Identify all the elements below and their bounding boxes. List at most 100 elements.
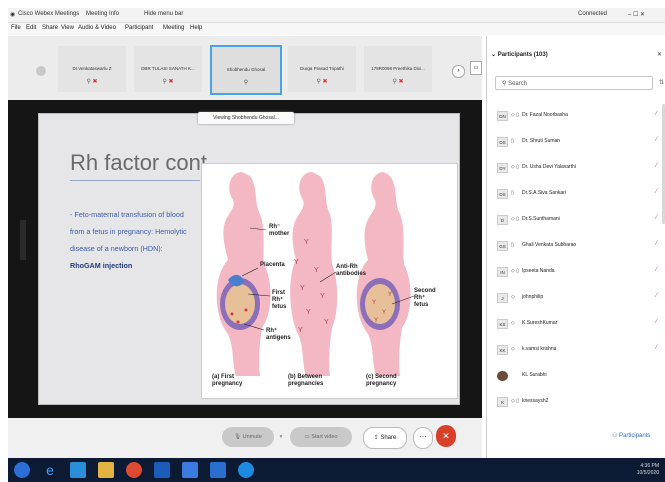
- menu-help[interactable]: Help: [190, 25, 202, 31]
- thumbnail-tile[interactable]: DBR TULASI SANATH K... ⚲ ✖: [134, 46, 202, 92]
- participant-row[interactable]: J ◇ johnphilip ⁄: [497, 291, 657, 305]
- thumbnail-name: Durga Prasad Tripathi: [300, 66, 344, 71]
- participant-row[interactable]: K ◇ ▯ knessaysh2: [497, 395, 657, 409]
- participant-name: KL Surabhi: [522, 372, 547, 378]
- strip-scroll-left-button[interactable]: [36, 66, 46, 76]
- participant-row[interactable]: KL Surabhi: [497, 369, 657, 383]
- svg-text:Y: Y: [320, 293, 325, 300]
- share-button[interactable]: ⇪ Share: [363, 427, 407, 449]
- participants-panel-title[interactable]: ⌄ Participants (103): [491, 51, 548, 58]
- participant-row[interactable]: D ◇ ▯ Dr.S.Sunthamani ⁄: [497, 213, 657, 227]
- internet-explorer-icon[interactable]: e: [42, 462, 58, 478]
- video-off-icon: ◇ ▯: [511, 216, 519, 222]
- participant-row[interactable]: KS ◇ K.SureshKumar ⁄: [497, 317, 657, 331]
- muted-icon: ⁄: [655, 293, 657, 299]
- window-controls[interactable]: – ☐ ✕: [628, 11, 645, 18]
- sort-icon[interactable]: ⇅: [659, 79, 664, 86]
- unmute-button[interactable]: 🎙 Unmute: [222, 427, 274, 447]
- layout-toggle-icon[interactable]: ▭: [470, 61, 482, 75]
- avatar: K: [497, 397, 508, 407]
- thumbnail-name: Shobhendu Ghosal: [226, 67, 266, 72]
- thumbnail-tile[interactable]: 178R0098 Preethika Dixi... ⚲ ✖: [364, 46, 432, 92]
- menu-edit[interactable]: Edit: [26, 25, 36, 31]
- label-second-fetus: Second Rh⁺ fetus: [414, 288, 436, 308]
- title-underline: [70, 180, 200, 181]
- word-icon[interactable]: [154, 462, 170, 478]
- avatar: D: [497, 215, 508, 225]
- participant-row[interactable]: DY ◇ ▯ Dr. Usha Devi Yalavarthi ⁄: [497, 161, 657, 175]
- video-thumbnail-strip: Dr.Venkataswarlu Z ⚲ ✖ DBR TULASI SANATH…: [8, 36, 482, 100]
- participant-name: Dr.S.A.Siva Sankari: [522, 190, 566, 196]
- participant-row[interactable]: DS ▯ Dr. Shruti Suman ⁄: [497, 135, 657, 149]
- svg-text:Y: Y: [300, 285, 305, 292]
- menu-file[interactable]: File: [11, 25, 21, 31]
- strip-scroll-right-button[interactable]: ›: [452, 65, 465, 78]
- avatar-photo: [497, 371, 508, 381]
- thumbnail-status-icons: ⚲ ✖: [162, 79, 174, 85]
- meeting-info-link[interactable]: Meeting Info: [86, 11, 119, 17]
- start-video-button[interactable]: ▭ Start video: [290, 427, 352, 447]
- participants-toggle-button[interactable]: ⚇ Participants: [612, 432, 650, 439]
- system-tray[interactable]: 4:36 PM 10/5/2020: [637, 463, 659, 477]
- end-meeting-button[interactable]: ✕: [436, 425, 456, 447]
- caption-first-pregnancy: (a) First pregnancy: [212, 374, 243, 387]
- thumbnail-tile-selected[interactable]: Shobhendu Ghosal ⚲: [210, 45, 282, 95]
- menu-audio-video[interactable]: Audio & Video: [78, 25, 116, 31]
- thumbnail-name: 178R0098 Preethika Dixi...: [371, 66, 425, 71]
- start-video-label: Start video: [311, 434, 338, 440]
- svg-text:Y: Y: [298, 327, 303, 334]
- muted-icon: ⁄: [655, 345, 657, 351]
- muted-icon: ⁄: [655, 241, 657, 247]
- video-off-icon: ▯: [511, 242, 514, 248]
- thumbnail-tile[interactable]: Dr.Venkataswarlu Z ⚲ ✖: [58, 46, 126, 92]
- viewing-tooltip: Viewing Shobhendu Ghosal...: [198, 112, 294, 124]
- menu-participant[interactable]: Participant: [125, 25, 153, 31]
- thumbnail-tile[interactable]: Durga Prasad Tripathi ⚲ ✖: [288, 46, 356, 92]
- first-pregnancy-figure: [216, 172, 271, 376]
- shared-slide: Rh factor cont. - Feto-maternal transfus…: [38, 113, 460, 405]
- menu-share[interactable]: Share: [42, 25, 58, 31]
- side-handle[interactable]: [20, 220, 26, 260]
- participant-row[interactable]: DN ◇ ▯ Dr. Fazal Noorbasha ⁄: [497, 109, 657, 123]
- svg-text:Y: Y: [382, 310, 386, 316]
- webex-app-icon: ◉: [10, 12, 16, 18]
- svg-text:Y: Y: [388, 292, 392, 298]
- participants-button-label: Participants: [619, 433, 651, 439]
- chrome-icon[interactable]: [126, 462, 142, 478]
- app-icon[interactable]: [70, 462, 86, 478]
- connection-status[interactable]: Connected: [578, 11, 607, 17]
- avatar: J: [497, 293, 508, 303]
- more-options-button[interactable]: ···: [413, 427, 433, 449]
- app-icon[interactable]: [182, 462, 198, 478]
- avatar: GS: [497, 241, 508, 251]
- webex-taskbar-icon[interactable]: [238, 462, 254, 478]
- collapse-chevron-icon: ⌄: [491, 52, 498, 58]
- menu-view[interactable]: View: [61, 25, 74, 31]
- participant-search-input[interactable]: ⚲ Search: [495, 76, 653, 90]
- audio-options-chevron-icon[interactable]: ▾: [278, 427, 284, 447]
- label-rh-antigens: Rh⁺ antigens: [266, 328, 291, 341]
- svg-text:Y: Y: [294, 259, 299, 266]
- app-icon[interactable]: [210, 462, 226, 478]
- menu-meeting[interactable]: Meeting: [163, 25, 184, 31]
- label-rh-mother: Rh⁻ mother: [269, 224, 290, 237]
- participant-row[interactable]: IN ◇ ▯ Ipseeta Nanda ⁄: [497, 265, 657, 279]
- hide-menu-bar-link[interactable]: Hide menu bar: [144, 11, 183, 17]
- muted-icon: ⁄: [655, 189, 657, 195]
- participant-name: k.vamsi krishna: [522, 346, 557, 352]
- participant-row[interactable]: KK ◇ k.vamsi krishna ⁄: [497, 343, 657, 357]
- start-button-icon[interactable]: [14, 462, 30, 478]
- rh-pregnancy-illustration: Y Y Y Y Y Y Y Y Y Y Y Y Rh⁻ mother Place…: [201, 163, 458, 399]
- between-pregnancies-figure: Y Y Y Y Y Y Y Y: [290, 172, 338, 376]
- video-off-icon: ▯: [511, 190, 514, 196]
- bullet-text: - Feto-maternal transfusion of blood fro…: [70, 210, 187, 253]
- caption-second-pregnancy: (c) Second pregnancy: [366, 374, 397, 387]
- close-icon[interactable]: ✕: [657, 51, 662, 58]
- muted-icon: ⁄: [655, 163, 657, 169]
- participant-row[interactable]: DS ▯ Dr.S.A.Siva Sankari ⁄: [497, 187, 657, 201]
- file-explorer-icon[interactable]: [98, 462, 114, 478]
- avatar: DY: [497, 163, 508, 173]
- people-icon: ⚇: [612, 433, 620, 439]
- slide-bullet: - Feto-maternal transfusion of blood fro…: [70, 206, 195, 274]
- participant-row[interactable]: GS ▯ Ghali Venkata Subbarao ⁄: [497, 239, 657, 253]
